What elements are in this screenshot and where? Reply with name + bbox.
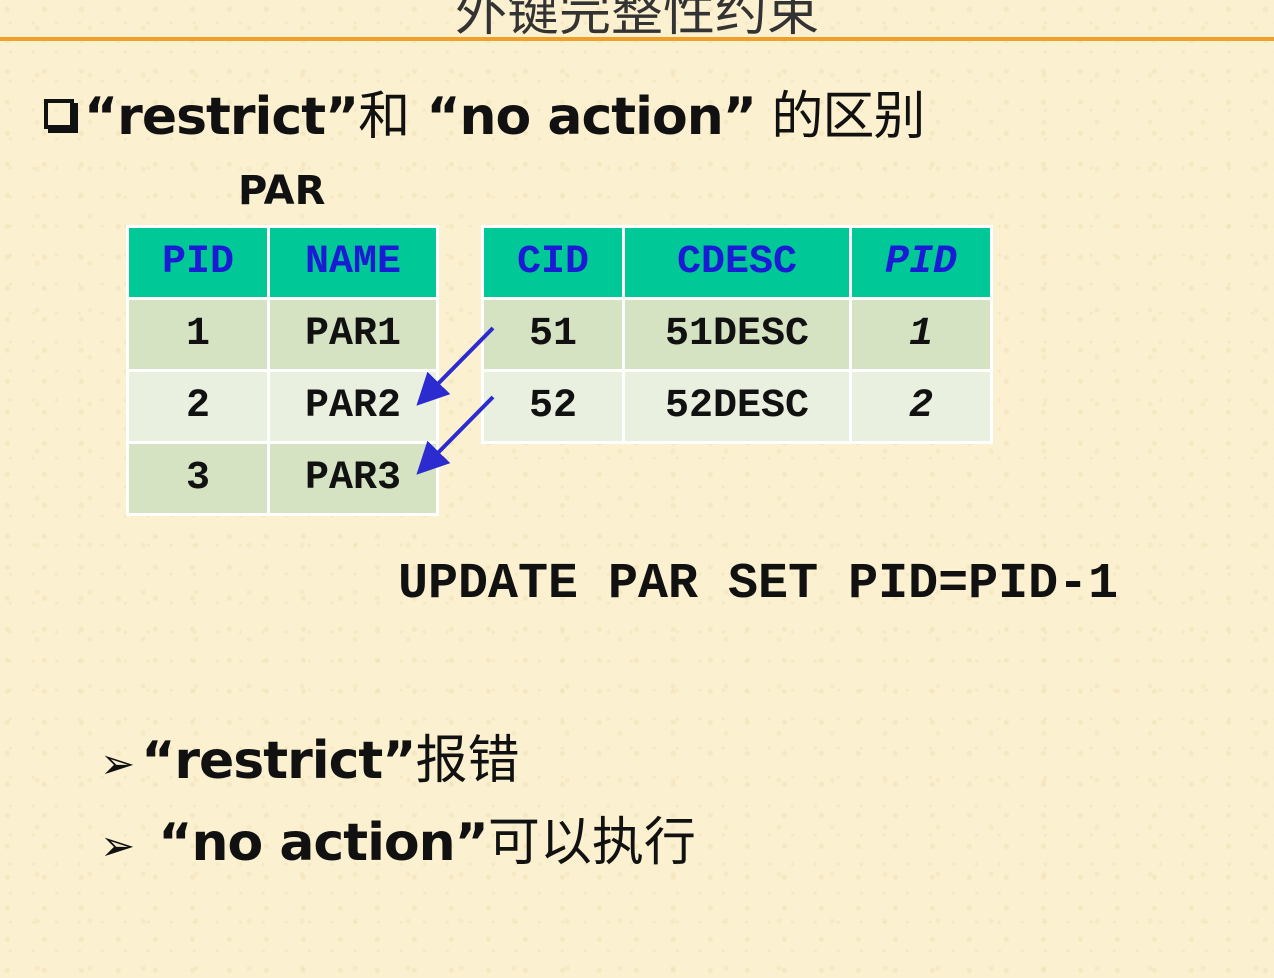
result-text: 报错 [415, 731, 520, 791]
heading-restrict: “restrict” [84, 87, 359, 147]
child-cell-cid: 52 [481, 369, 625, 444]
par-header-pid: PID [126, 225, 270, 300]
par-table: PID NAME 1 PAR1 2 PAR2 3 PAR3 [126, 225, 439, 516]
par-header-name: NAME [267, 225, 439, 300]
child-table-header-row: CID CDESC PID [481, 225, 993, 300]
child-cell-cdesc: 51DESC [622, 297, 852, 372]
heading-suffix: 的区别 [755, 87, 925, 147]
heading-no-action: “no action” [426, 87, 757, 147]
par-cell-pid: 1 [126, 297, 270, 372]
slide-heading: “restrict”和 “no action” 的区别 [44, 74, 925, 149]
checkbox-bullet-icon [44, 99, 74, 129]
child-header-pid: PID [849, 225, 993, 300]
par-cell-pid: 3 [126, 441, 270, 516]
child-header-cdesc: CDESC [622, 225, 852, 300]
child-cell-cid: 51 [481, 297, 625, 372]
child-header-cid: CID [481, 225, 625, 300]
arrow-bullet-icon: ➢ [100, 821, 136, 870]
par-cell-name: PAR2 [267, 369, 439, 444]
title-divider [0, 37, 1274, 41]
par-table-header-row: PID NAME [126, 225, 439, 300]
sql-statement: UPDATE PAR SET PID=PID-1 [398, 556, 1119, 613]
heading-and: 和 [358, 87, 410, 147]
par-cell-pid: 2 [126, 369, 270, 444]
par-cell-name: PAR1 [267, 297, 439, 372]
result-item-no-action: ➢ “no action”可以执行 [100, 800, 696, 875]
result-item-restrict: ➢ “restrict”报错 [100, 718, 519, 793]
result-key: “restrict” [141, 731, 416, 791]
table-row: 52 52DESC 2 [481, 369, 993, 444]
child-cell-pid: 1 [849, 297, 993, 372]
par-table-label: PAR [238, 168, 326, 214]
par-cell-name: PAR3 [267, 441, 439, 516]
table-row: 51 51DESC 1 [481, 297, 993, 372]
child-table: CID CDESC PID 51 51DESC 1 52 52DESC 2 [481, 225, 993, 444]
arrow-bullet-icon: ➢ [100, 739, 136, 788]
child-cell-cdesc: 52DESC [622, 369, 852, 444]
table-row: 1 PAR1 [126, 297, 439, 372]
result-key: “no action” [141, 813, 489, 873]
child-cell-pid: 2 [849, 369, 993, 444]
table-row: 3 PAR3 [126, 441, 439, 516]
result-text: 可以执行 [487, 813, 696, 873]
table-row: 2 PAR2 [126, 369, 439, 444]
